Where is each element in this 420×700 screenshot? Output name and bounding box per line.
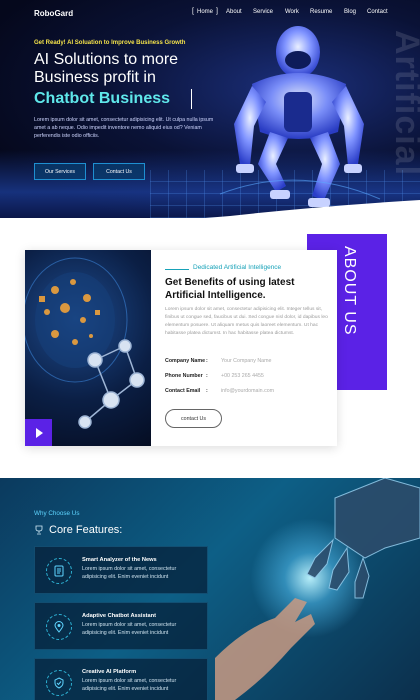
about-title-line1: Get Benefits of using latest [165, 277, 295, 288]
core-features-heading: Core Features: [49, 524, 123, 536]
trophy-icon [35, 525, 43, 535]
feature-card-creative-ai: Creative AI Platform Lorem ipsum dolor s… [34, 658, 208, 700]
robot-illustration [219, 26, 381, 207]
robot-hand-illustration [215, 478, 420, 700]
hero-tagline: Get Ready! AI Soluation to Improve Busin… [34, 40, 186, 46]
about-contact-button[interactable]: contact Us [165, 409, 222, 428]
feature-desc: Lorem ipsum dolor sit amet, consectetur … [82, 678, 177, 692]
feature-card-smart-analyzer: Smart Analyzer of the News Lorem ipsum d… [34, 546, 208, 594]
why-choose-eyebrow: Why Choose Us [34, 510, 80, 517]
about-title-line2: Artificial Intelligence. [165, 290, 266, 301]
brand-logo[interactable]: RoboGard [34, 9, 73, 18]
hero-heading-line2: Business profit in [34, 69, 156, 86]
feature-title: Creative AI Platform [82, 669, 137, 675]
phone-number-label: Phone Number [165, 373, 203, 379]
nav-home-bracket-left: [ [192, 8, 194, 15]
typing-cursor [191, 89, 192, 109]
top-nav: RoboGard Home [ ] About Service Work Res… [0, 0, 420, 28]
feature-title: Adaptive Chatbot Assistant [82, 613, 157, 619]
nav-item-contact[interactable]: Contact [367, 9, 388, 15]
hero-section: Artificial RoboGard Home [ ] About Servi… [0, 0, 420, 218]
ai-brain-image [25, 250, 151, 446]
nav-item-blog[interactable]: Blog [344, 9, 356, 15]
about-subtitle: Dedicated Artificial Intelligence [193, 264, 282, 271]
info-colon: : [206, 358, 208, 364]
about-vertical-label: ABOUT US [341, 246, 358, 336]
feature-title: Smart Analyzer of the News [82, 557, 157, 563]
contact-email-label: Contact Email [165, 388, 201, 394]
nav-item-home[interactable]: Home [197, 9, 213, 15]
company-name-label: Company Name [165, 358, 206, 364]
ai-brain-graphic [25, 257, 145, 429]
nav-item-about[interactable]: About [226, 9, 242, 15]
document-icon [46, 558, 72, 584]
hero-description: Lorem ipsum dolor sit amet, consectetur … [34, 117, 214, 139]
contact-email-value: info@yourdomain.com [221, 388, 275, 394]
about-paragraph: Lorem ipsum dolor sit amet, consectetur … [165, 307, 328, 336]
hero-heading-highlight: Chatbot Business [34, 90, 171, 107]
our-services-button[interactable]: Our Services [34, 163, 86, 180]
info-colon: : [206, 388, 208, 394]
company-name-value: Your Company Name [221, 358, 272, 364]
subtitle-line [165, 269, 189, 270]
shield-check-icon [46, 670, 72, 696]
hero-heading-line1: AI Solutions to more [34, 51, 179, 68]
feature-card-chatbot: Adaptive Chatbot Assistant Lorem ipsum d… [34, 602, 208, 650]
nav-item-service[interactable]: Service [253, 9, 273, 15]
nav-home-bracket-right: ] [216, 8, 218, 15]
hero-wave-divider [0, 200, 420, 226]
info-colon: : [206, 373, 208, 379]
features-section: Why Choose Us Core Features: Smart Analy… [0, 478, 420, 700]
contact-us-button[interactable]: Contact Us [93, 163, 145, 180]
play-video-button[interactable] [25, 419, 52, 446]
feature-desc: Lorem ipsum dolor sit amet, consectetur … [82, 566, 177, 580]
hero-vertical-word: Artificial [388, 30, 420, 177]
nav-item-work[interactable]: Work [285, 9, 299, 15]
location-pin-icon [46, 614, 72, 640]
nav-item-resume[interactable]: Resume [310, 9, 332, 15]
phone-number-value: +00 253 265 4455 [221, 373, 264, 379]
feature-desc: Lorem ipsum dolor sit amet, consectetur … [82, 622, 177, 636]
